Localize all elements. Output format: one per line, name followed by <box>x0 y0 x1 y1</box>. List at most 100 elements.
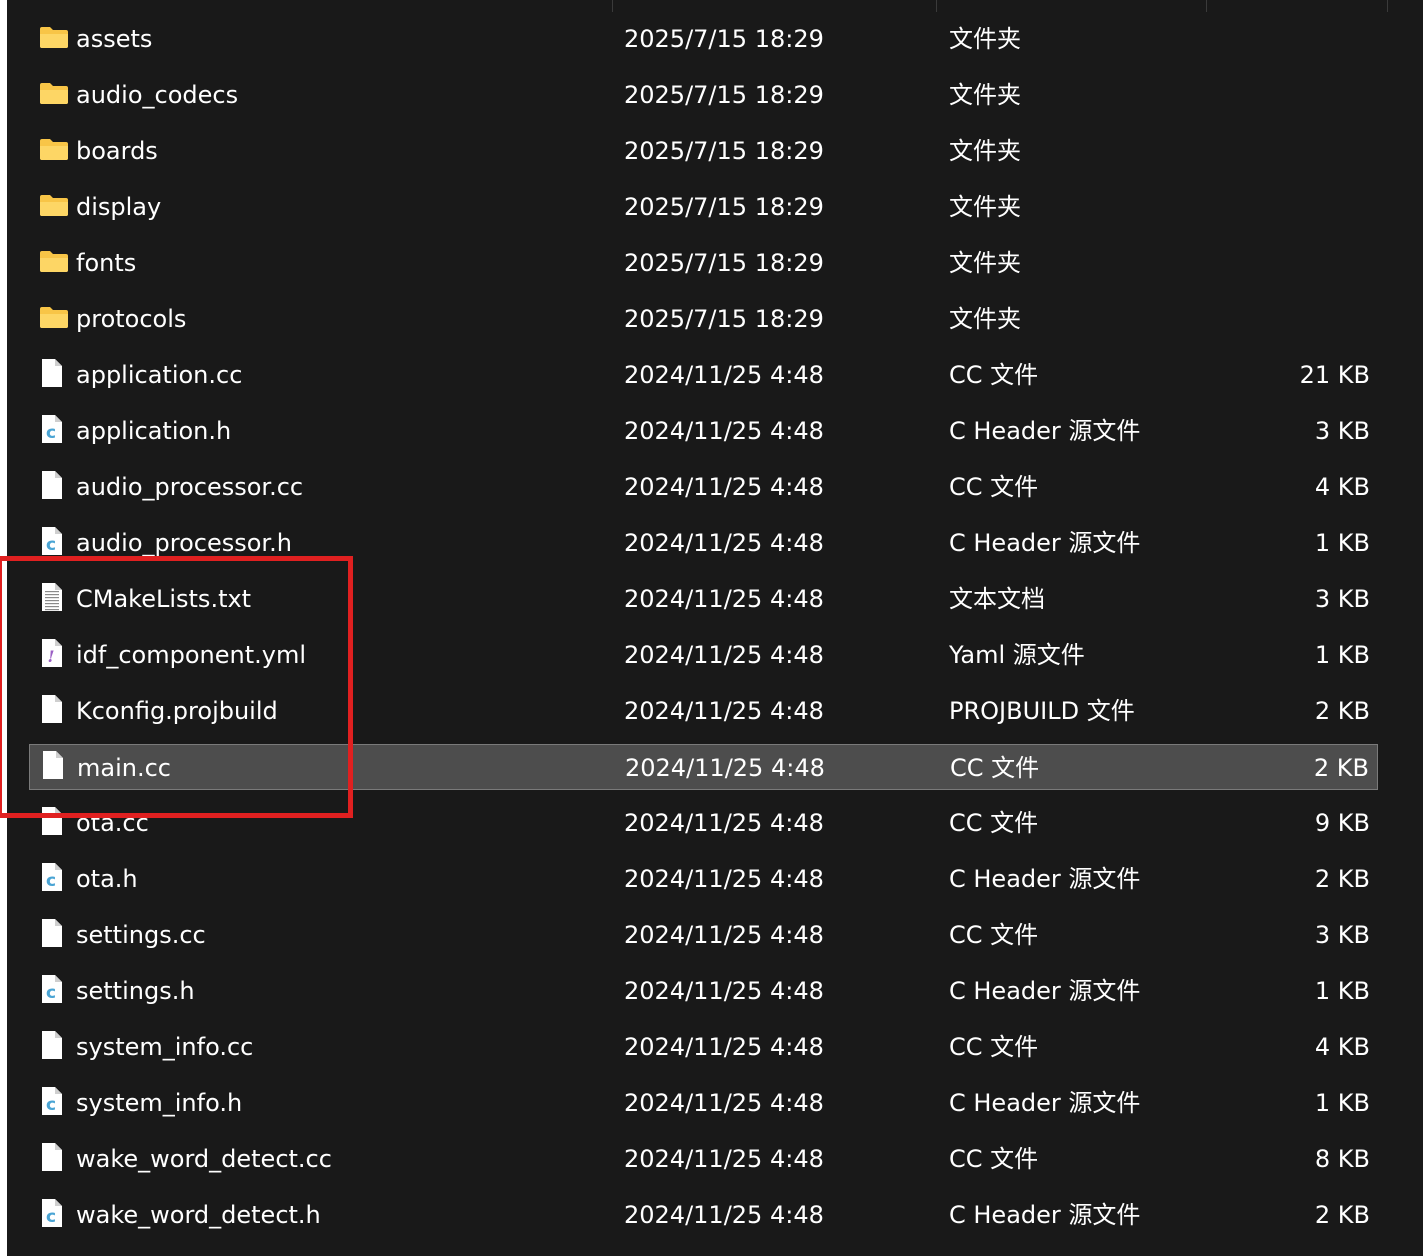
file-row[interactable]: protocols 2025/7/15 18:29 文件夹 <box>29 296 1378 342</box>
file-date-modified: 2024/11/25 4:48 <box>624 977 824 1005</box>
file-type: CC 文件 <box>949 473 1039 501</box>
file-type: C Header 源文件 <box>949 865 1141 893</box>
svg-text:c: c <box>46 535 56 555</box>
folder-icon <box>39 193 69 221</box>
folder-icon <box>39 81 69 109</box>
file-row[interactable]: boards 2025/7/15 18:29 文件夹 <box>29 128 1378 174</box>
file-row[interactable]: CMakeLists.txt 2024/11/25 4:48 文本文档 3 KB <box>29 576 1378 622</box>
file-row[interactable]: settings.cc 2024/11/25 4:48 CC 文件 3 KB <box>29 912 1378 958</box>
file-name: idf_component.yml <box>76 641 307 669</box>
c-header-file-icon: c <box>39 862 65 896</box>
column-divider-end[interactable] <box>1387 0 1388 12</box>
file-type: C Header 源文件 <box>949 1089 1141 1117</box>
file-date-modified: 2024/11/25 4:48 <box>624 865 824 893</box>
folder-icon <box>39 137 69 165</box>
file-row[interactable]: main.cc 2024/11/25 4:48 CC 文件 2 KB <box>29 744 1378 790</box>
file-size: 1 KB <box>1314 529 1370 557</box>
file-type: 文件夹 <box>949 193 1021 221</box>
file-row[interactable]: display 2025/7/15 18:29 文件夹 <box>29 184 1378 230</box>
c-header-file-icon: c <box>39 974 65 1008</box>
file-type: C Header 源文件 <box>949 977 1141 1005</box>
file-row[interactable]: c system_info.h 2024/11/25 4:48 C Header 源文… <box>29 1080 1378 1126</box>
file-type: PROJBUILD 文件 <box>949 697 1135 725</box>
column-divider-type[interactable] <box>936 0 937 12</box>
file-date-modified: 2024/11/25 4:48 <box>624 585 824 613</box>
file-name: wake_word_detect.h <box>76 1201 321 1229</box>
file-name: main.cc <box>77 754 171 782</box>
file-icon <box>39 1142 65 1176</box>
file-row[interactable]: audio_codecs 2025/7/15 18:29 文件夹 <box>29 72 1378 118</box>
file-size: 3 KB <box>1314 417 1370 445</box>
file-type: CC 文件 <box>949 809 1039 837</box>
file-row[interactable]: wake_word_detect.cc 2024/11/25 4:48 CC 文件 8… <box>29 1136 1378 1182</box>
file-row[interactable]: c settings.h 2024/11/25 4:48 C Header 源文件 1 … <box>29 968 1378 1014</box>
file-date-modified: 2025/7/15 18:29 <box>624 305 824 333</box>
file-type: C Header 源文件 <box>949 417 1141 445</box>
file-size: 2 KB <box>1314 865 1370 893</box>
file-date-modified: 2024/11/25 4:48 <box>624 361 824 389</box>
file-row[interactable]: fonts 2025/7/15 18:29 文件夹 <box>29 240 1378 286</box>
file-date-modified: 2025/7/15 18:29 <box>624 137 824 165</box>
folder-icon <box>39 249 69 277</box>
c-header-file-icon: c <box>39 414 65 448</box>
file-icon <box>39 918 65 952</box>
file-type: 文本文档 <box>949 585 1045 613</box>
folder-icon <box>39 305 69 333</box>
file-row[interactable]: ! idf_component.yml 2024/11/25 4:48 Yaml 源文… <box>29 632 1378 678</box>
file-date-modified: 2024/11/25 4:48 <box>624 529 824 557</box>
file-type: 文件夹 <box>949 25 1021 53</box>
file-row[interactable]: c ota.h 2024/11/25 4:48 C Header 源文件 2 KB <box>29 856 1378 902</box>
file-row[interactable]: ota.cc 2024/11/25 4:48 CC 文件 9 KB <box>29 800 1378 846</box>
file-date-modified: 2024/11/25 4:48 <box>624 1089 824 1117</box>
file-name: ota.h <box>76 865 138 893</box>
svg-text:!: ! <box>47 647 54 666</box>
file-size: 4 KB <box>1314 1033 1370 1061</box>
file-size: 2 KB <box>1313 754 1369 782</box>
c-header-file-icon: c <box>39 1086 65 1120</box>
svg-text:c: c <box>46 423 56 443</box>
file-row[interactable]: c wake_word_detect.h 2024/11/25 4:48 C Head… <box>29 1192 1378 1238</box>
file-date-modified: 2025/7/15 18:29 <box>624 193 824 221</box>
file-date-modified: 2024/11/25 4:48 <box>624 921 824 949</box>
file-name: settings.cc <box>76 921 206 949</box>
file-row[interactable]: assets 2025/7/15 18:29 文件夹 <box>29 16 1378 62</box>
file-name: fonts <box>76 249 137 277</box>
file-icon <box>40 750 66 784</box>
file-name: audio_processor.cc <box>76 473 304 501</box>
file-size: 1 KB <box>1314 977 1370 1005</box>
c-header-file-icon: c <box>39 526 65 560</box>
column-divider-date[interactable] <box>612 0 613 12</box>
svg-text:c: c <box>46 871 56 891</box>
file-name: application.h <box>76 417 232 445</box>
file-size: 1 KB <box>1314 1089 1370 1117</box>
file-icon <box>39 806 65 840</box>
file-size: 3 KB <box>1314 585 1370 613</box>
file-row[interactable]: c audio_processor.h 2024/11/25 4:48 C Heade… <box>29 520 1378 566</box>
file-type: C Header 源文件 <box>949 529 1141 557</box>
file-name: boards <box>76 137 158 165</box>
file-row[interactable]: application.cc 2024/11/25 4:48 CC 文件 21 KB <box>29 352 1378 398</box>
file-name: ota.cc <box>76 809 149 837</box>
yaml-file-icon: ! <box>39 638 65 672</box>
file-date-modified: 2024/11/25 4:48 <box>624 473 824 501</box>
file-name: protocols <box>76 305 187 333</box>
file-row[interactable]: Kconfig.projbuild 2024/11/25 4:48 PROJBUIL… <box>29 688 1378 734</box>
file-type: 文件夹 <box>949 249 1021 277</box>
file-date-modified: 2024/11/25 4:48 <box>624 697 824 725</box>
file-name: wake_word_detect.cc <box>76 1145 332 1173</box>
column-divider-size[interactable] <box>1206 0 1207 12</box>
file-type: CC 文件 <box>949 1145 1039 1173</box>
file-row[interactable]: audio_processor.cc 2024/11/25 4:48 CC 文件 4 … <box>29 464 1378 510</box>
file-date-modified: 2024/11/25 4:48 <box>624 641 824 669</box>
file-icon <box>39 470 65 504</box>
svg-text:c: c <box>46 983 56 1003</box>
c-header-file-icon: c <box>39 1198 65 1232</box>
file-row[interactable]: c application.h 2024/11/25 4:48 C Header 源文… <box>29 408 1378 454</box>
file-size: 9 KB <box>1314 809 1370 837</box>
file-icon <box>39 694 65 728</box>
file-name: display <box>76 193 162 221</box>
file-name: application.cc <box>76 361 243 389</box>
file-row[interactable]: system_info.cc 2024/11/25 4:48 CC 文件 4 KB <box>29 1024 1378 1070</box>
file-icon <box>39 358 65 392</box>
file-size: 21 KB <box>1299 361 1370 389</box>
